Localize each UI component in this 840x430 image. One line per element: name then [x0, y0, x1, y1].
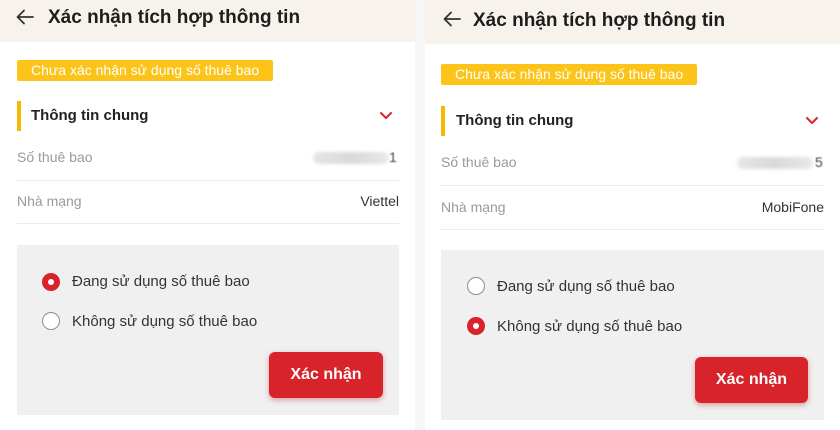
subscriber-number-suffix: 1	[389, 149, 397, 165]
carrier-value: Viettel	[360, 193, 399, 209]
subscriber-number-redacted	[737, 157, 813, 169]
section-accent-bar	[17, 101, 21, 131]
confirm-button[interactable]: Xác nhận	[269, 352, 383, 398]
section-accent-bar	[441, 106, 445, 136]
page-title: Xác nhận tích hợp thông tin	[473, 10, 726, 31]
subscriber-number-label: Số thuê bao	[17, 149, 93, 165]
option-label: Đang sử dụng số thuê bao	[497, 278, 675, 295]
radio-in-use[interactable]	[467, 277, 485, 295]
subscriber-number-redacted	[313, 152, 389, 164]
confirm-button[interactable]: Xác nhận	[695, 357, 808, 403]
usage-options-panel: Đang sử dụng số thuê bao Không sử dụng s…	[17, 245, 399, 415]
radio-in-use[interactable]	[42, 273, 60, 291]
option-label: Không sử dụng số thuê bao	[72, 313, 258, 330]
radio-not-in-use[interactable]	[467, 317, 485, 335]
subscriber-number-suffix: 5	[815, 154, 823, 170]
chevron-down-icon[interactable]	[379, 111, 393, 121]
screenshot-divider	[415, 0, 425, 430]
carrier-value: MobiFone	[761, 199, 824, 215]
row-divider	[17, 180, 399, 181]
section-title: Thông tin chung	[456, 112, 574, 129]
status-badge: Chưa xác nhận sử dụng số thuê bao	[17, 60, 274, 81]
row-divider	[441, 229, 824, 230]
screen-left: Xác nhận tích hợp thông tin Chưa xác nhậ…	[0, 0, 415, 430]
app-header: Xác nhận tích hợp thông tin	[425, 0, 840, 44]
radio-not-in-use[interactable]	[42, 312, 60, 330]
chevron-down-icon[interactable]	[805, 116, 819, 126]
arrow-left-icon[interactable]	[14, 6, 36, 28]
carrier-label: Nhà mạng	[441, 199, 506, 215]
screen-right: Xác nhận tích hợp thông tin Chưa xác nhậ…	[425, 0, 840, 430]
status-badge: Chưa xác nhận sử dụng số thuê bao	[441, 64, 698, 85]
option-label: Đang sử dụng số thuê bao	[72, 273, 250, 290]
row-divider	[17, 223, 399, 224]
section-title: Thông tin chung	[31, 107, 149, 124]
page-title: Xác nhận tích hợp thông tin	[48, 7, 301, 28]
app-header: Xác nhận tích hợp thông tin	[0, 0, 415, 42]
row-divider	[441, 185, 824, 186]
option-label: Không sử dụng số thuê bao	[497, 318, 683, 335]
carrier-label: Nhà mạng	[17, 193, 82, 209]
arrow-left-icon[interactable]	[441, 8, 463, 30]
subscriber-number-label: Số thuê bao	[441, 154, 517, 170]
usage-options-panel: Đang sử dụng số thuê bao Không sử dụng s…	[441, 250, 824, 420]
